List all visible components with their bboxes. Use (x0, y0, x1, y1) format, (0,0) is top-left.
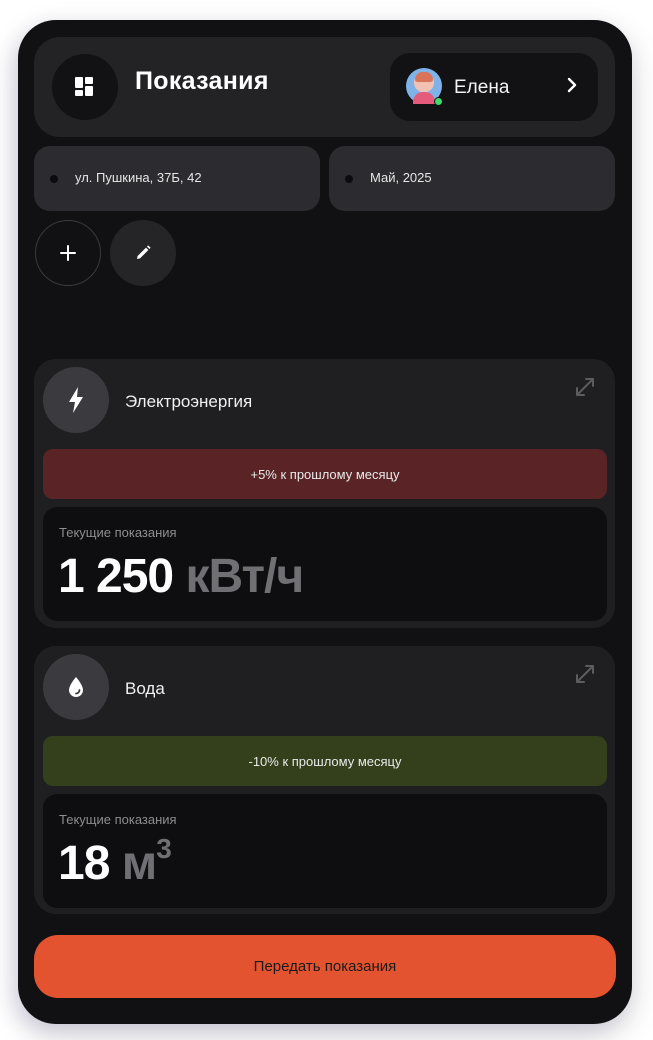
reading-number: 1 250 (58, 550, 174, 603)
current-reading-panel: Текущие показания 18 м3 (43, 794, 607, 908)
meter-card-electricity: Электроэнергия +5% к прошлому месяцу Тек… (34, 359, 615, 628)
trend-badge: +5% к прошлому месяцу (43, 449, 607, 499)
meter-icon-wrapper (43, 654, 109, 720)
user-name: Елена (454, 77, 510, 98)
reading-unit: кВт/ч (185, 550, 304, 603)
reading-value: 18 м3 (58, 833, 172, 891)
meter-title: Электроэнергия (125, 392, 253, 411)
chevron-right-icon (567, 77, 577, 93)
reading-unit: м3 (121, 833, 172, 890)
meter-icon-wrapper (43, 367, 109, 433)
pencil-icon (137, 245, 151, 259)
period-selector[interactable]: Май, 2025 (329, 146, 615, 211)
user-profile-button[interactable]: Елена (390, 53, 598, 121)
trend-badge: -10% к прошлому месяцу (43, 736, 607, 786)
plus-icon (60, 245, 76, 261)
meter-title: Вода (125, 679, 165, 698)
reading-label: Текущие показания (59, 525, 177, 540)
reading-value: 1 250 кВт/ч (58, 549, 304, 604)
edit-button[interactable] (110, 220, 176, 286)
online-status-dot (434, 97, 443, 106)
reading-number: 18 (58, 837, 110, 890)
meter-card-water: Вода -10% к прошлому месяцу Текущие пока… (34, 646, 615, 914)
address-selector[interactable]: ул. Пушкина, 37Б, 42 (34, 146, 320, 211)
page-title: Показания (135, 67, 269, 95)
add-button[interactable] (35, 220, 101, 286)
address-label: ул. Пушкина, 37Б, 42 (75, 170, 202, 185)
bullet-icon (50, 175, 58, 183)
water-drop-icon (69, 677, 83, 697)
lightning-icon (69, 387, 83, 413)
grid-icon (75, 77, 95, 97)
bullet-icon (345, 175, 353, 183)
expand-icon[interactable] (574, 376, 596, 398)
app-screen: Показания Елена ул. Пушкина, 37Б, 42 Май… (18, 20, 632, 1024)
header: Показания Елена (34, 37, 615, 137)
menu-button[interactable] (52, 54, 118, 120)
submit-readings-button[interactable]: Передать показания (34, 935, 616, 998)
reading-label: Текущие показания (59, 812, 177, 827)
period-label: Май, 2025 (370, 170, 432, 185)
current-reading-panel: Текущие показания 1 250 кВт/ч (43, 507, 607, 621)
expand-icon[interactable] (574, 663, 596, 685)
